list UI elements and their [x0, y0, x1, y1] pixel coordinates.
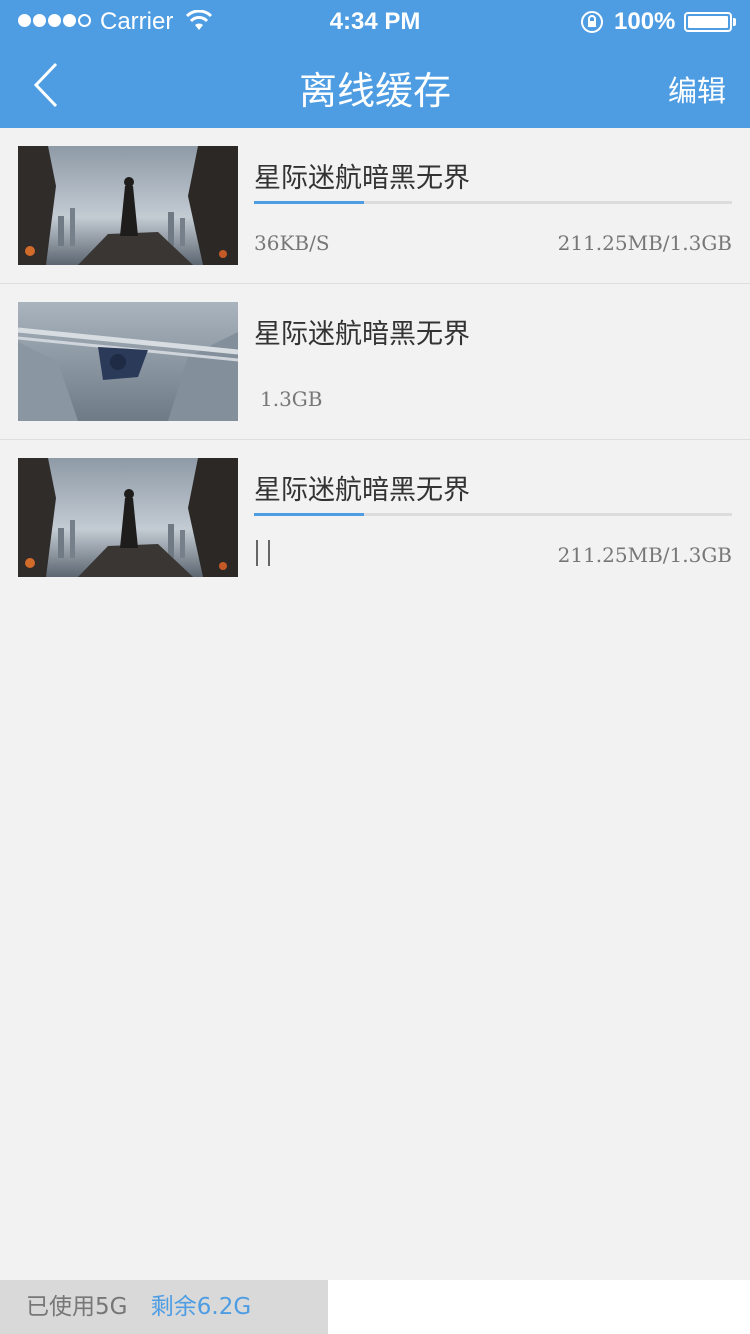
video-title: 星际迷航暗黑无界: [254, 163, 470, 194]
status-bar: Carrier 4:34 PM 100%: [0, 0, 750, 44]
video-size: 1.3GB: [260, 387, 323, 411]
progress-fill: [254, 201, 364, 204]
download-progress-bar: [254, 513, 732, 516]
video-title: 星际迷航暗黑无界: [254, 319, 470, 350]
storage-footer: 已使用5G 剩余6.2G: [0, 1280, 750, 1334]
list-item[interactable]: 星际迷航暗黑无界 36KB/S 211.25MB/1.3GB: [0, 128, 750, 284]
page-title: 离线缓存: [298, 69, 451, 113]
header-bar: Carrier 4:34 PM 100% 离线缓存 编辑: [0, 0, 750, 128]
download-progress-text: 211.25MB/1.3GB: [557, 231, 732, 255]
battery-icon: [684, 12, 732, 32]
list-item[interactable]: 星际迷航暗黑无界 211.25MB/1.3GB: [0, 440, 750, 596]
download-list: 星际迷航暗黑无界 36KB/S 211.25MB/1.3GB 星际迷航暗黑无界 …: [0, 128, 750, 596]
edit-button[interactable]: 编辑: [668, 68, 726, 110]
battery-percentage: 100%: [614, 8, 676, 35]
battery-tip: [733, 18, 736, 26]
storage-info: 已使用5G 剩余6.2G: [0, 1280, 328, 1334]
list-item[interactable]: 星际迷航暗黑无界 1.3GB: [0, 284, 750, 440]
video-thumbnail: [18, 146, 238, 265]
rotation-lock-icon: [581, 11, 603, 33]
progress-fill: [254, 513, 364, 516]
video-thumbnail: [18, 302, 238, 421]
storage-remaining: 剩余6.2G: [150, 1294, 252, 1320]
video-thumbnail: [18, 458, 238, 577]
pause-icon[interactable]: [254, 540, 274, 568]
storage-used: 已使用5G: [26, 1294, 128, 1320]
video-title: 星际迷航暗黑无界: [254, 475, 470, 506]
download-progress-text: 211.25MB/1.3GB: [557, 543, 732, 567]
download-speed: 36KB/S: [254, 231, 330, 255]
download-progress-bar: [254, 201, 732, 204]
